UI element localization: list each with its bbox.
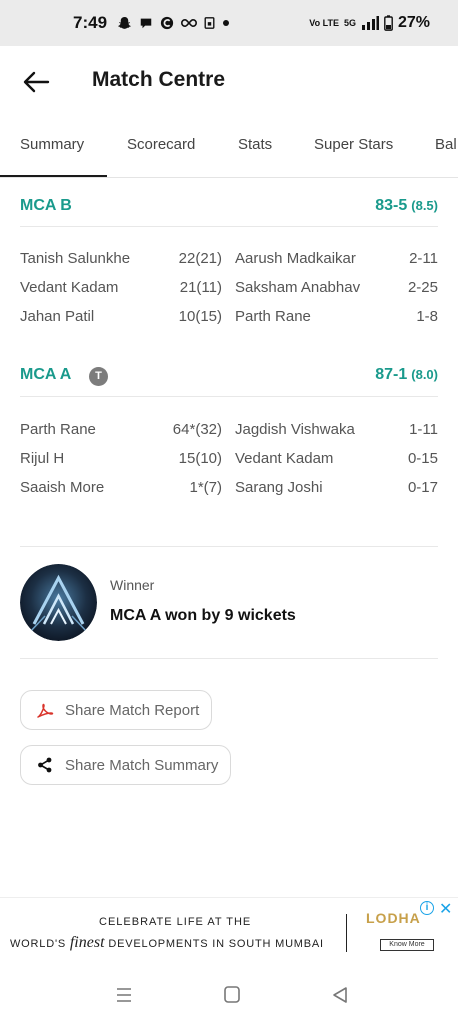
bowler-name: Jagdish Vishwaka [235,421,355,438]
share-report-label: Share Match Report [65,701,200,719]
tab-ball-by-ball[interactable]: Bal [435,136,457,153]
system-nav-bar [0,967,458,1024]
chat-bubble-icon [140,18,152,29]
bowler-figures: 2-11 [409,250,438,267]
performer-row: Parth Rane 64*(32) Jagdish Vishwaka 1-11 [20,421,438,443]
divider [20,658,438,659]
bowler-figures: 2-25 [407,279,438,296]
bowler-name: Saksham Anabhav [235,279,361,296]
bowler-figures: 1-8 [416,308,438,325]
app-header: Match Centre [0,46,458,118]
batter-score: 22(21) [178,250,222,267]
divider [20,546,438,547]
tab-super-stars[interactable]: Super Stars [314,136,393,153]
ad-info-icon[interactable]: i [420,901,434,915]
volte-label: Vo LTE [309,17,339,28]
active-tab-indicator [0,175,107,177]
bowler-figures: 0-17 [407,479,438,496]
winner-label: Winner [110,577,155,593]
bowler-figures: 1-11 [409,421,438,438]
c-app-icon [160,16,174,30]
team-score: 87-1 (8.0) [375,366,438,384]
ad-close-icon[interactable]: ✕ [439,899,452,919]
battery-icon [384,15,393,31]
batter-score: 1*(7) [189,479,222,496]
tab-scorecard[interactable]: Scorecard [127,136,195,153]
batter-score: 15(10) [178,450,222,467]
status-time: 7:49 [73,13,108,32]
innings-header[interactable]: MCA B 83-5 (8.5) [20,197,438,221]
bowler-name: Vedant Kadam [235,450,334,467]
bowler-name: Parth Rane [235,308,311,325]
dot-icon [223,20,230,26]
batter-score: 10(15) [178,308,222,325]
score-value: 87-1 [375,366,408,383]
notification-icons [117,16,230,31]
share-icon [35,755,55,775]
back-nav-icon[interactable] [328,985,352,1005]
tab-bar: Summary Scorecard Stats Super Stars Bal [0,122,458,178]
sim-icon [204,17,215,29]
batter-score: 64*(32) [172,421,222,438]
ad-know-more-button[interactable]: Know More [380,939,434,951]
divider [20,396,438,397]
performer-row: Vedant Kadam 21(11) Saksham Anabhav 2-25 [20,279,438,301]
performer-row: Jahan Patil 10(15) Parth Rane 1-8 [20,308,438,330]
batter-name: Rijul H [20,450,65,467]
share-match-summary-button[interactable]: Share Match Summary [20,745,231,785]
page-title: Match Centre [92,68,226,91]
batter-name: Vedant Kadam [20,279,119,296]
pdf-icon [35,700,55,720]
signal-label: 5G [343,17,356,28]
batter-name: Jahan Patil [20,308,95,325]
bowler-figures: 0-15 [407,450,438,467]
ad-headline: CELEBRATE LIFE AT THE [99,916,252,928]
overs-value: (8.0) [411,367,438,382]
share-match-report-button[interactable]: Share Match Report [20,690,212,730]
innings-header[interactable]: MCA A T 87-1 (8.0) [20,366,438,390]
tab-stats[interactable]: Stats [238,136,272,153]
home-icon[interactable] [220,985,244,1005]
share-summary-label: Share Match Summary [65,756,219,774]
signal-icon [361,16,379,30]
overs-value: (8.5) [411,198,438,213]
bowler-name: Aarush Madkaikar [235,250,356,267]
system-tray: Vo LTE 5G 27% [309,14,430,32]
team-name: MCA A [20,366,72,383]
back-arrow-icon[interactable] [22,70,50,94]
ad-banner[interactable]: CELEBRATE LIFE AT THE WORLD'S finest DEV… [0,897,458,967]
ad-subheadline: WORLD'S finest DEVELOPMENTS IN SOUTH MUM… [10,934,324,951]
recent-apps-icon[interactable] [112,985,136,1005]
batter-name: Parth Rane [20,421,96,438]
infinity-icon [181,18,197,28]
bowler-name: Sarang Joshi [235,479,323,496]
winner-team-logo [20,564,97,641]
tab-summary[interactable]: Summary [20,136,84,153]
status-bar: 7:49 Vo LTE 5G 27% [0,0,458,46]
batter-name: Saaish More [20,479,105,496]
match-result: MCA A won by 9 wickets [110,607,296,624]
ad-brand-logo: LODHA [366,910,421,926]
performer-row: Tanish Salunkhe 22(21) Aarush Madkaikar … [20,250,438,272]
performer-row: Rijul H 15(10) Vedant Kadam 0-15 [20,450,438,472]
performer-row: Saaish More 1*(7) Sarang Joshi 0-17 [20,479,438,501]
batter-score: 21(11) [179,279,222,296]
score-value: 83-5 [375,197,408,214]
team-score: 83-5 (8.5) [375,197,438,215]
divider [20,226,438,227]
battery-level: 27% [397,14,430,31]
batter-name: Tanish Salunkhe [20,250,131,267]
ad-separator [346,914,347,952]
snapchat-icon [118,16,131,29]
toss-badge: T [89,367,108,386]
team-name: MCA B [20,197,72,214]
